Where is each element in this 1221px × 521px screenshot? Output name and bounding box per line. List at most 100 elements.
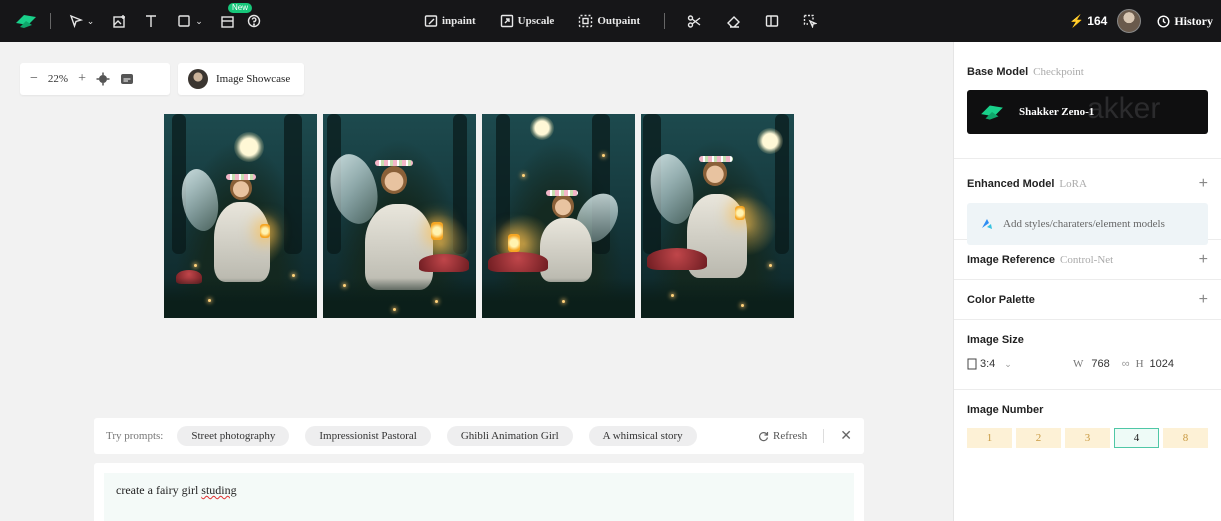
generated-image[interactable] <box>164 114 317 318</box>
image-reference-sub: Control-Net <box>1060 253 1114 266</box>
prompt-chip[interactable]: Ghibli Animation Girl <box>446 426 573 446</box>
link-ratio-icon[interactable]: ∞ <box>1122 358 1130 370</box>
try-prompts-label: Try prompts: <box>106 430 164 442</box>
image-number-section: Image Number 1 2 3 4 8 <box>954 390 1221 448</box>
section-title: Image Reference Control-Net + <box>967 251 1208 269</box>
app-logo-icon[interactable] <box>14 0 40 42</box>
close-suggestions-button[interactable]: ✕ <box>840 428 852 445</box>
shape-tool-button[interactable]: ⌄ <box>172 0 208 42</box>
showcase-avatar <box>188 69 208 89</box>
zoom-in-button[interactable]: + <box>78 71 86 87</box>
model-logo-icon <box>981 105 1003 120</box>
inpaint-label: inpaint <box>442 15 476 27</box>
lora-icon <box>982 219 992 229</box>
text-icon <box>146 15 156 27</box>
generated-image[interactable] <box>482 114 635 318</box>
image-number-option[interactable]: 8 <box>1163 428 1208 448</box>
prompt-input-container: create a fairy girl studing <box>94 463 864 521</box>
eraser-button[interactable] <box>726 14 741 29</box>
image-number-option[interactable]: 1 <box>967 428 1012 448</box>
text-tool-button[interactable] <box>140 0 162 42</box>
credits-value: 164 <box>1087 14 1108 28</box>
enhanced-model-section: Enhanced Model LoRA + Add styles/charate… <box>954 159 1221 245</box>
color-palette-section: Color Palette + <box>954 280 1221 320</box>
height-input[interactable]: 1024 <box>1150 358 1174 370</box>
image-number-option[interactable]: 2 <box>1016 428 1061 448</box>
divider <box>50 13 51 29</box>
portrait-icon <box>967 358 977 370</box>
add-control-net-button[interactable]: + <box>1199 251 1208 269</box>
minimap-icon[interactable] <box>120 73 134 85</box>
prompt-chip[interactable]: Impressionist Pastoral <box>305 426 431 446</box>
section-title: Base Model Checkpoint <box>967 66 1208 78</box>
chevron-down-icon: ⌄ <box>1004 358 1012 369</box>
add-lora-button[interactable]: + <box>1199 175 1208 193</box>
enhanced-model-title: Enhanced Model <box>967 178 1055 190</box>
fit-center-icon[interactable] <box>96 72 110 86</box>
inpaint-button[interactable]: inpaint <box>424 14 476 28</box>
refresh-prompts-button[interactable]: Refresh <box>758 430 807 442</box>
lightning-icon: ⚡ <box>1069 14 1085 28</box>
user-avatar[interactable] <box>1117 9 1142 33</box>
cursor-arrow-icon <box>69 14 83 29</box>
clock-icon <box>1157 14 1170 28</box>
width-input[interactable]: 768 <box>1091 358 1109 370</box>
select-region-button[interactable] <box>803 14 818 28</box>
prompt-suggestions: Try prompts: Street photography Impressi… <box>94 418 864 454</box>
image-upload-button[interactable] <box>108 0 130 42</box>
prompt-input[interactable]: create a fairy girl studing <box>104 473 854 521</box>
top-toolbar: ⌄ ⌄ New inpaint Upscale Outpaint ⚡ 164 H… <box>0 0 1221 42</box>
outpaint-button[interactable]: Outpaint <box>578 14 640 28</box>
chevron-down-icon: ⌄ <box>195 15 203 26</box>
generated-images <box>164 114 794 318</box>
height-label: H <box>1135 358 1144 370</box>
zoom-controls: − 22% + <box>20 63 170 95</box>
model-watermark: akker <box>1087 92 1161 125</box>
prompt-text-misspelled: studing <box>201 483 237 497</box>
image-reference-section: Image Reference Control-Net + <box>954 240 1221 280</box>
zoom-out-button[interactable]: − <box>30 71 38 87</box>
divider <box>664 13 666 29</box>
scissors-icon <box>687 14 701 28</box>
history-button[interactable]: History <box>1157 14 1213 29</box>
upscale-button[interactable]: Upscale <box>500 14 554 28</box>
refresh-label: Refresh <box>773 430 808 442</box>
outpaint-label: Outpaint <box>597 15 641 27</box>
base-model-title: Base Model <box>967 66 1029 78</box>
select-tool-button[interactable]: ⌄ <box>64 0 98 42</box>
compare-button[interactable] <box>765 14 779 28</box>
showcase-label: Image Showcase <box>216 73 291 85</box>
image-showcase-button[interactable]: Image Showcase <box>178 63 304 95</box>
aspect-ratio-value: 3:4 <box>980 358 996 370</box>
prompt-chip[interactable]: A whimsical story <box>588 426 697 446</box>
base-model-sub: Checkpoint <box>1033 66 1084 78</box>
image-number-option-selected[interactable]: 4 <box>1114 428 1159 448</box>
width-label: W <box>1073 358 1084 370</box>
divider <box>823 429 825 443</box>
prompt-chip[interactable]: Street photography <box>177 426 290 446</box>
aspect-ratio-select[interactable]: 3:4 ⌄ <box>967 358 1057 370</box>
cut-button[interactable] <box>687 14 702 29</box>
image-size-section: Image Size 3:4 ⌄ W 768 ∞ H 1024 <box>954 320 1221 390</box>
help-button[interactable] <box>244 0 264 42</box>
settings-panel: Base Model Checkpoint akker Shakker Zeno… <box>953 42 1221 521</box>
base-model-section: Base Model Checkpoint akker Shakker Zeno… <box>954 42 1221 159</box>
history-label: History <box>1174 13 1213 28</box>
frame-icon <box>220 15 234 28</box>
image-size-title: Image Size <box>967 334 1024 346</box>
credits-counter[interactable]: ⚡ 164 <box>1069 14 1107 28</box>
select-region-icon <box>803 14 818 28</box>
image-size-row: 3:4 ⌄ W 768 ∞ H 1024 <box>967 358 1208 370</box>
outpaint-icon <box>579 14 593 28</box>
inpaint-icon <box>424 15 438 27</box>
generated-image[interactable] <box>323 114 476 318</box>
split-view-icon <box>765 15 779 27</box>
add-lora-box[interactable]: Add styles/charaters/element models <box>967 203 1208 245</box>
enhanced-model-sub: LoRA <box>1059 178 1087 190</box>
generated-image[interactable] <box>641 114 794 318</box>
image-number-option[interactable]: 3 <box>1065 428 1110 448</box>
section-title: Color Palette + <box>967 291 1208 309</box>
add-color-palette-button[interactable]: + <box>1199 291 1208 309</box>
square-icon <box>178 15 190 27</box>
base-model-card[interactable]: akker Shakker Zeno-1 <box>967 90 1208 134</box>
